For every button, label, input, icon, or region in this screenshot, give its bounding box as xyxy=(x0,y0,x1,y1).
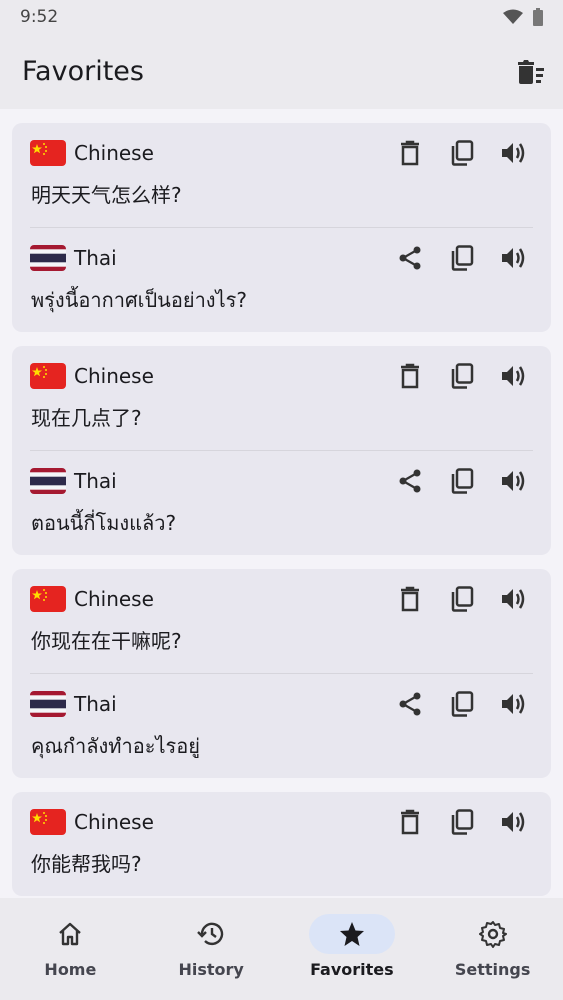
speak-button[interactable] xyxy=(499,584,529,614)
china-flag-icon xyxy=(30,140,66,166)
source-text: 你现在在干嘛呢? xyxy=(31,629,182,653)
source-row: Chinese 明天天气怎么样? xyxy=(30,123,533,227)
copy-icon xyxy=(451,809,474,835)
delete-sweep-icon xyxy=(518,59,544,84)
nav-history-label: History xyxy=(178,960,244,979)
status-bar: 9:52 xyxy=(0,0,563,34)
speaker-icon xyxy=(502,366,525,386)
source-text: 你能帮我吗? xyxy=(31,852,142,876)
delete-button[interactable] xyxy=(395,807,425,837)
target-text: พรุ่งนี้อากาศเป็นอย่างไร? xyxy=(31,288,247,312)
copy-icon xyxy=(451,245,474,271)
wifi-icon xyxy=(503,9,523,24)
copy-icon xyxy=(451,691,474,717)
source-language: Chinese xyxy=(74,810,154,834)
copy-button[interactable] xyxy=(447,689,477,719)
page-title: Favorites xyxy=(22,56,144,87)
trash-icon xyxy=(401,809,419,835)
nav-history[interactable]: History xyxy=(151,914,271,979)
copy-icon xyxy=(451,363,474,389)
copy-button[interactable] xyxy=(447,361,477,391)
clear-all-button[interactable] xyxy=(515,57,545,87)
nav-settings-label: Settings xyxy=(454,960,531,979)
favorite-card: Chinese 现在几点了? Thai ตอนนี้กี่โมงแล้ว? xyxy=(12,346,551,555)
target-language: Thai xyxy=(74,469,117,493)
speak-button[interactable] xyxy=(499,466,529,496)
target-language: Thai xyxy=(74,692,117,716)
share-icon xyxy=(399,692,421,716)
speaker-icon xyxy=(502,143,525,163)
source-language: Chinese xyxy=(74,587,154,611)
speaker-icon xyxy=(502,812,525,832)
target-text: คุณกำลังทำอะไรอยู่ xyxy=(31,734,200,758)
thailand-flag-icon xyxy=(30,468,66,494)
speak-button[interactable] xyxy=(499,807,529,837)
copy-icon xyxy=(451,586,474,612)
source-text: 现在几点了? xyxy=(31,406,142,430)
china-flag-icon xyxy=(30,586,66,612)
target-row: Thai พรุ่งนี้อากาศเป็นอย่างไร? xyxy=(30,228,533,332)
favorite-card: Chinese 你能帮我吗? xyxy=(12,792,551,896)
thailand-flag-icon xyxy=(30,691,66,717)
delete-button[interactable] xyxy=(395,584,425,614)
favorite-card: Chinese 你现在在干嘛呢? Thai คุณกำลังทำอะไรอยู่ xyxy=(12,569,551,778)
copy-button[interactable] xyxy=(447,807,477,837)
share-icon xyxy=(399,246,421,270)
copy-button[interactable] xyxy=(447,138,477,168)
thailand-flag-icon xyxy=(30,245,66,271)
copy-icon xyxy=(451,468,474,494)
status-icons xyxy=(503,8,543,26)
battery-icon xyxy=(533,8,543,26)
speak-button[interactable] xyxy=(499,361,529,391)
speaker-icon xyxy=(502,589,525,609)
nav-home[interactable]: Home xyxy=(10,914,130,979)
source-row: Chinese 你现在在干嘛呢? xyxy=(30,569,533,673)
trash-icon xyxy=(401,140,419,166)
share-button[interactable] xyxy=(395,243,425,273)
favorite-card: Chinese 明天天气怎么样? Thai พรุ่งนี้อากาศเป็นอ… xyxy=(12,123,551,332)
speak-button[interactable] xyxy=(499,689,529,719)
nav-settings[interactable]: Settings xyxy=(433,914,553,979)
source-language: Chinese xyxy=(74,364,154,388)
copy-button[interactable] xyxy=(447,243,477,273)
trash-icon xyxy=(401,586,419,612)
status-time: 9:52 xyxy=(20,7,59,27)
app-bar: Favorites xyxy=(0,34,563,109)
delete-button[interactable] xyxy=(395,361,425,391)
speaker-icon xyxy=(502,248,525,268)
share-button[interactable] xyxy=(395,689,425,719)
delete-button[interactable] xyxy=(395,138,425,168)
nav-favorites[interactable]: Favorites xyxy=(292,914,412,979)
speak-button[interactable] xyxy=(499,243,529,273)
share-button[interactable] xyxy=(395,466,425,496)
china-flag-icon xyxy=(30,363,66,389)
favorites-list: Chinese 明天天气怎么样? Thai พรุ่งนี้อากาศเป็นอ… xyxy=(0,109,563,898)
trash-icon xyxy=(401,363,419,389)
target-text: ตอนนี้กี่โมงแล้ว? xyxy=(31,511,177,535)
nav-favorites-label: Favorites xyxy=(310,960,394,979)
history-icon xyxy=(197,922,224,946)
source-row: Chinese 你能帮我吗? xyxy=(30,792,533,896)
target-row: Thai ตอนนี้กี่โมงแล้ว? xyxy=(30,451,533,555)
speak-button[interactable] xyxy=(499,138,529,168)
share-icon xyxy=(399,469,421,493)
source-language: Chinese xyxy=(74,141,154,165)
source-row: Chinese 现在几点了? xyxy=(30,346,533,450)
china-flag-icon xyxy=(30,809,66,835)
copy-button[interactable] xyxy=(447,466,477,496)
gear-icon xyxy=(478,921,507,948)
speaker-icon xyxy=(502,694,525,714)
nav-home-label: Home xyxy=(44,960,97,979)
bottom-navigation: Home History Favorites Settings xyxy=(0,898,563,1000)
speaker-icon xyxy=(502,471,525,491)
home-icon xyxy=(59,922,82,946)
copy-button[interactable] xyxy=(447,584,477,614)
copy-icon xyxy=(451,140,474,166)
source-text: 明天天气怎么样? xyxy=(31,183,182,207)
target-row: Thai คุณกำลังทำอะไรอยู่ xyxy=(30,674,533,778)
star-icon xyxy=(339,922,364,946)
target-language: Thai xyxy=(74,246,117,270)
